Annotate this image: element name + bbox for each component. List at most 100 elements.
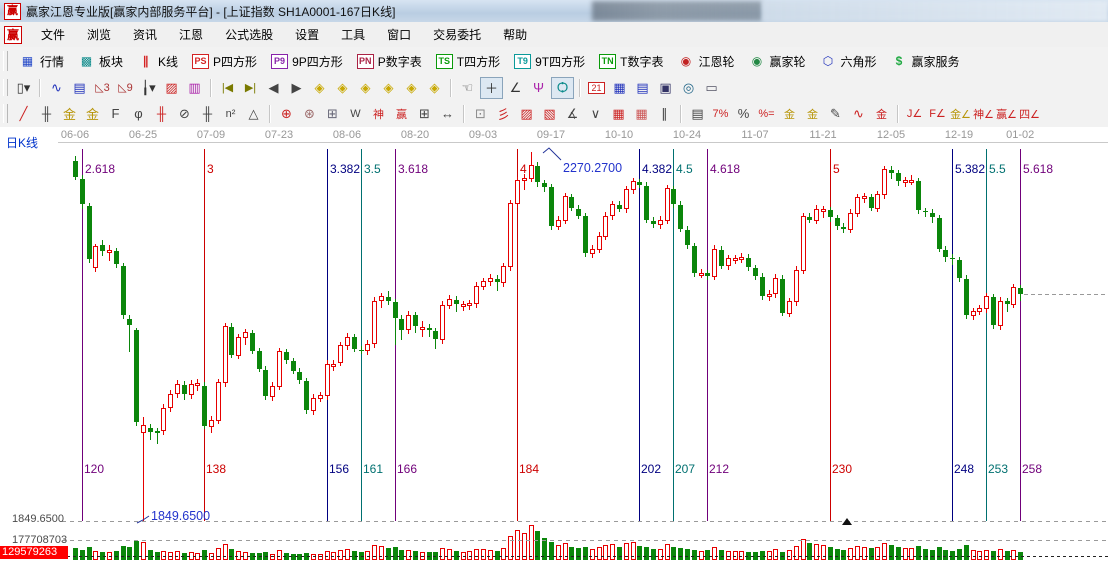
candle-body[interactable] (542, 183, 547, 187)
candle-body[interactable] (869, 197, 874, 208)
candle-body[interactable] (406, 315, 411, 330)
fan-box-tool[interactable]: ▧ (539, 104, 560, 124)
w-wave-tool[interactable]: W (345, 104, 366, 124)
menu-item-文件[interactable]: 文件 (30, 23, 76, 46)
gold-ratio-ruler-tool[interactable]: 金 (59, 104, 80, 124)
fib-panel-tool[interactable]: ▤ (687, 104, 708, 124)
toolbar-grip[interactable] (3, 51, 8, 71)
candle-body[interactable] (467, 303, 472, 306)
hexagon-button[interactable]: ⬡六角形 (813, 51, 884, 72)
9t-square-button[interactable]: T99T四方形 (507, 51, 592, 72)
candle-body[interactable] (121, 266, 126, 315)
shen-gann-tool[interactable]: 神 (368, 104, 389, 124)
candle-body[interactable] (767, 294, 772, 297)
save-icon[interactable]: ▣ (655, 78, 676, 98)
gold-section-ruler-tool[interactable]: 金 (82, 104, 103, 124)
candle-body[interactable] (304, 381, 309, 410)
fib-ruler-tool[interactable]: F (105, 104, 126, 124)
info-panel-icon[interactable]: ▤ (69, 78, 90, 98)
candle-body[interactable] (325, 364, 330, 396)
candle-body[interactable] (161, 408, 166, 431)
candle-body[interactable] (495, 279, 500, 282)
candle-body[interactable] (216, 382, 221, 421)
candle-body[interactable] (807, 217, 812, 220)
title-bar[interactable]: 赢 赢家江恩专业版[赢家内部服务平台] - [上证指数 SH1A0001-167… (0, 0, 1108, 23)
candle-body[interactable] (576, 209, 581, 216)
knife-ruler-tool[interactable]: ╫ (151, 104, 172, 124)
candle-body[interactable] (692, 246, 697, 273)
menu-item-公式选股[interactable]: 公式选股 (214, 23, 284, 46)
next-page-button[interactable]: ▶ (286, 78, 307, 98)
candle-body[interactable] (678, 205, 683, 229)
candle-body[interactable] (107, 250, 112, 253)
candle-body[interactable] (760, 277, 765, 296)
zoom-out-x-button[interactable]: ◈ (309, 78, 330, 98)
candle-body[interactable] (828, 210, 833, 217)
toolbar-grip[interactable] (3, 104, 8, 123)
candle-body[interactable] (699, 273, 704, 276)
candle-body[interactable] (134, 330, 139, 422)
crosshair-tool-button[interactable]: ＋ (480, 77, 503, 99)
sector-button[interactable]: ▩板块 (71, 51, 130, 72)
candle-body[interactable] (87, 206, 92, 259)
candle-body[interactable] (345, 337, 350, 346)
candle-body[interactable] (719, 250, 724, 266)
gold-lines-tool[interactable]: 金 (802, 104, 823, 124)
candle-body[interactable] (277, 351, 282, 387)
four-angle-tool[interactable]: 四∠ (1019, 104, 1040, 124)
hand-tool-button[interactable]: ☜ (457, 78, 478, 98)
pattern-red-icon[interactable]: ▨ (161, 78, 182, 98)
j-angle-tool[interactable]: J∠ (904, 104, 925, 124)
candle-body[interactable] (977, 308, 982, 312)
candle-body[interactable] (461, 304, 466, 307)
f-angle-tool[interactable]: F∠ (927, 104, 948, 124)
candle-body[interactable] (1011, 287, 1016, 305)
price-grid-arrow-tool[interactable]: ▦ (631, 104, 652, 124)
candle-body[interactable] (236, 337, 241, 356)
candle-body[interactable] (427, 328, 432, 330)
prev-page-button[interactable]: ◀ (263, 78, 284, 98)
candle-body[interactable] (984, 296, 989, 309)
candle-body[interactable] (175, 384, 180, 394)
gann-line-3.382[interactable] (327, 149, 328, 521)
candle-body[interactable] (923, 211, 928, 212)
candle-body[interactable] (746, 258, 751, 267)
spiral-tool[interactable]: φ (128, 104, 149, 124)
export-web-icon[interactable]: ◎ (678, 78, 699, 98)
time-ruler-tool[interactable]: ╫ (36, 104, 57, 124)
candle-body[interactable] (617, 205, 622, 209)
zoom-in-x-button[interactable]: ◈ (332, 78, 353, 98)
gann-line-3.5[interactable] (361, 149, 362, 521)
n2-ruler-tool[interactable]: n² (220, 104, 241, 124)
v-lines-tool[interactable]: ∨ (585, 104, 606, 124)
candle-body[interactable] (549, 187, 554, 226)
candle-body[interactable] (624, 189, 629, 209)
gann-line-5[interactable] (830, 149, 831, 521)
percent-tool[interactable]: % (733, 104, 754, 124)
angle-a-tool[interactable]: △ (243, 104, 264, 124)
candle-body[interactable] (223, 326, 228, 383)
candle-body[interactable] (148, 428, 153, 432)
menu-item-资讯[interactable]: 资讯 (122, 23, 168, 46)
candle-body[interactable] (733, 258, 738, 261)
menu-item-交易委托[interactable]: 交易委托 (422, 23, 492, 46)
notes-icon[interactable]: ▤ (632, 78, 653, 98)
candle-body[interactable] (685, 230, 690, 245)
compress-x-button[interactable]: ◈ (378, 78, 399, 98)
wave-tool-button[interactable]: Ѻ (551, 77, 574, 99)
kline-style-dropdown[interactable]: ▯▾ (13, 78, 34, 98)
candle-body[interactable] (93, 246, 98, 268)
candle-body[interactable] (243, 332, 248, 338)
menu-item-帮助[interactable]: 帮助 (492, 23, 538, 46)
candle-body[interactable] (379, 296, 384, 301)
p-square-button[interactable]: PSP四方形 (185, 51, 264, 72)
candle-body[interactable] (930, 213, 935, 217)
expand-all-button[interactable]: ◈ (401, 78, 422, 98)
candle-body[interactable] (998, 301, 1003, 326)
candle-body[interactable] (447, 299, 452, 306)
candle-body[interactable] (270, 386, 275, 397)
candle-body[interactable] (440, 305, 445, 340)
candle-body[interactable] (597, 236, 602, 250)
candle-body[interactable] (569, 197, 574, 208)
candle-body[interactable] (141, 425, 146, 433)
